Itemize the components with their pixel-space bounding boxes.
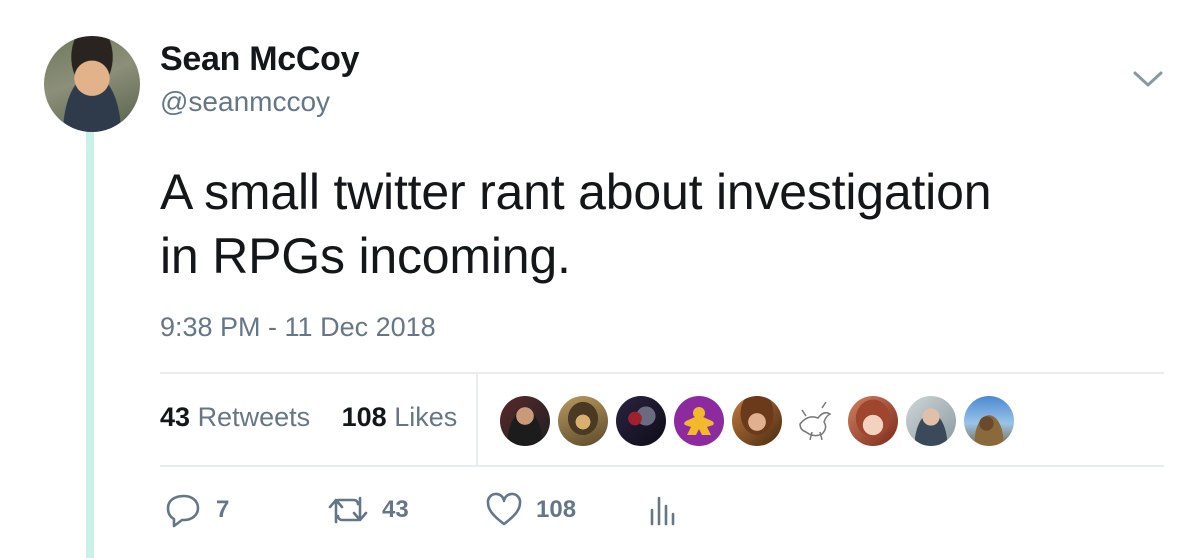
retweets-stat[interactable]: 43 Retweets [160,402,310,432]
tweet-timestamp[interactable]: 9:38 PM - 11 Dec 2018 [160,312,436,343]
author-avatar[interactable] [44,36,140,132]
divider [160,465,1164,467]
liker-avatar[interactable] [616,396,666,446]
analytics-icon [648,492,676,528]
liker-avatar[interactable] [558,396,608,446]
analytics-button[interactable] [648,492,676,528]
tweet-stats: 43 Retweets 108 Likes [160,402,481,433]
reply-button[interactable]: 7 [166,492,229,528]
heart-icon [486,492,522,528]
liker-avatar[interactable] [790,396,840,446]
liker-avatar[interactable] [732,396,782,446]
liker-avatar[interactable] [964,396,1014,446]
likes-label: Likes [394,402,458,432]
tweet-text-line: in RPGs incoming. [160,228,571,284]
thread-line [86,132,94,558]
like-button[interactable]: 108 [486,492,576,528]
author-name[interactable]: Sean McCoy [160,40,359,79]
retweets-count: 43 [160,402,191,432]
author-handle[interactable]: @seanmccoy [160,86,330,118]
likers-avatars [500,396,1014,446]
retweets-label: Retweets [197,402,311,432]
chevron-down-icon[interactable] [1131,66,1165,92]
likes-stat[interactable]: 108 Likes [342,402,458,432]
liker-avatar[interactable] [674,396,724,446]
retweet-button[interactable]: 43 [328,492,409,528]
reply-icon [166,492,202,528]
like-count: 108 [536,496,577,523]
reply-count: 7 [216,496,230,523]
divider [160,372,1164,374]
retweet-count: 43 [382,496,409,523]
liker-avatar[interactable] [500,396,550,446]
tweet-text-line: A small twitter rant about investigation [160,164,992,220]
retweet-icon [328,492,368,528]
tweet-text: A small twitter rant about investigation… [160,160,1170,288]
liker-avatar[interactable] [906,396,956,446]
likes-count: 108 [341,402,387,432]
liker-avatar[interactable] [848,396,898,446]
